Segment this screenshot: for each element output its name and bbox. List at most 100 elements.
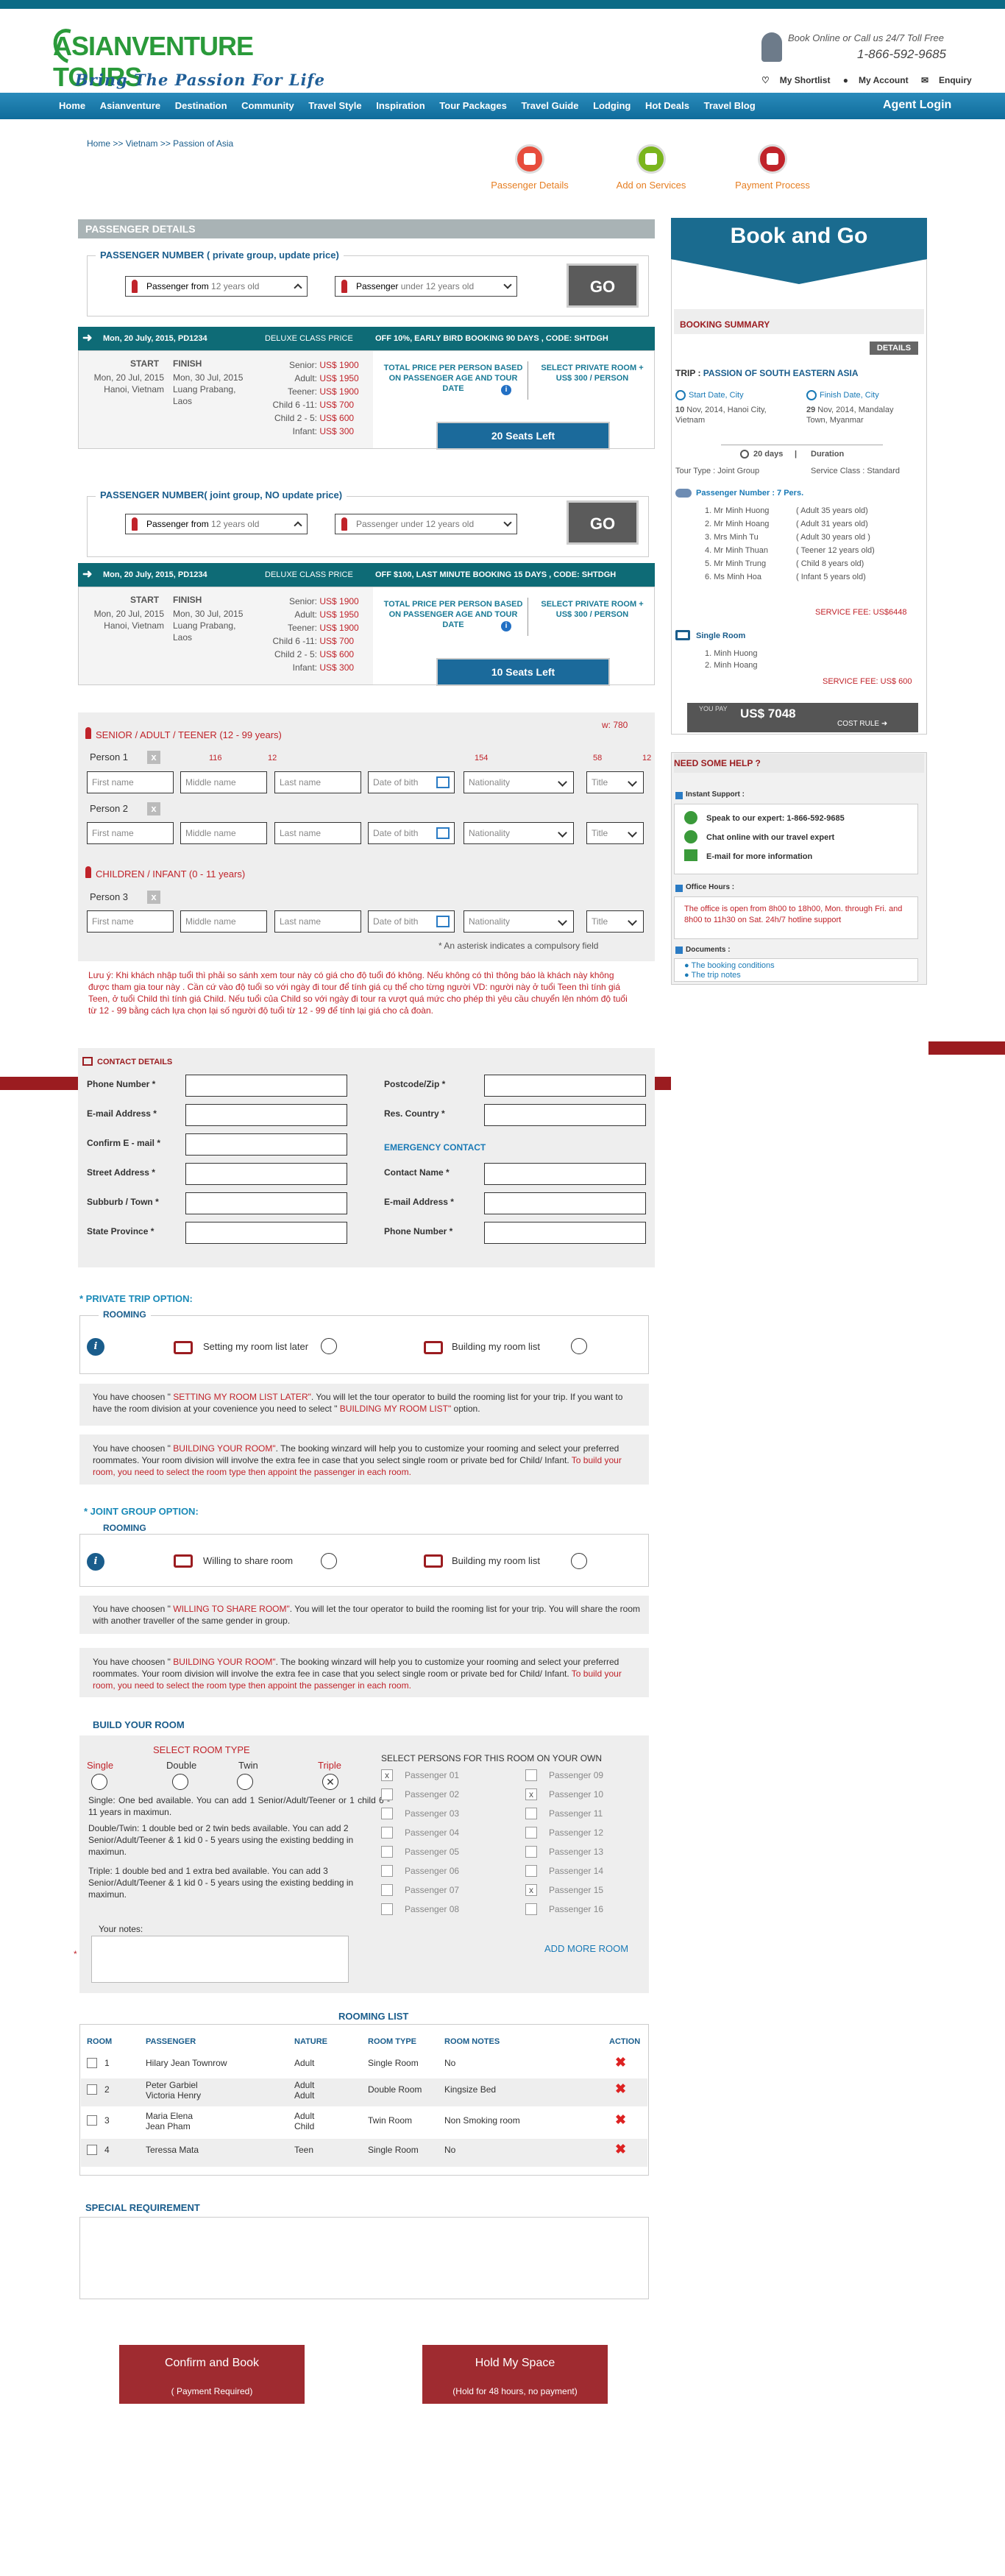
res-country-field[interactable] — [484, 1104, 646, 1126]
go-button-private[interactable]: GO — [567, 263, 639, 308]
nav-asianventure[interactable]: Asianventure — [100, 100, 160, 111]
passenger-checkbox[interactable] — [381, 1846, 393, 1858]
person-2-first-name[interactable]: First name — [87, 822, 174, 844]
emergency-name-field[interactable] — [484, 1163, 646, 1185]
person-2-title[interactable]: Title — [586, 822, 644, 844]
person-1-first-name[interactable]: First name — [87, 771, 174, 793]
confirm-book-button[interactable]: Confirm and Book ( Payment Required) — [119, 2345, 305, 2404]
passenger-from-select[interactable]: Passenger from 12 years old — [125, 276, 308, 297]
site-logo[interactable]: ASIANVENTURE TOURS Bring The Passion For… — [47, 23, 333, 92]
passenger-checkbox[interactable]: x — [381, 1769, 393, 1781]
enquiry-link[interactable]: Enquiry — [939, 75, 972, 85]
state-province-field[interactable] — [185, 1222, 347, 1244]
radio-double[interactable] — [172, 1774, 188, 1790]
passenger-checkbox[interactable] — [525, 1769, 537, 1781]
passenger-checkbox[interactable] — [525, 1808, 537, 1819]
go-button-joint[interactable]: GO — [567, 500, 639, 545]
radio-building-room-list-joint[interactable] — [571, 1553, 587, 1569]
calendar-icon[interactable] — [436, 916, 450, 927]
info-icon[interactable]: i — [87, 1338, 104, 1356]
cost-rule-link[interactable]: COST RULE ➜ — [837, 720, 887, 728]
emergency-phone-field[interactable] — [484, 1222, 646, 1244]
room-checkbox[interactable] — [87, 2058, 97, 2068]
confirm-email-field[interactable] — [185, 1133, 347, 1156]
person-3-middle-name[interactable]: Middle name — [180, 910, 267, 933]
passenger-checkbox[interactable] — [381, 1827, 393, 1839]
radio-single[interactable] — [91, 1774, 107, 1790]
passenger-under-select[interactable]: Passenger under 12 years old — [335, 276, 517, 297]
radio-twin[interactable] — [237, 1774, 253, 1790]
person-1-last-name[interactable]: Last name — [274, 771, 361, 793]
passenger-checkbox[interactable] — [381, 1808, 393, 1819]
shortlist-link[interactable]: My Shortlist — [780, 75, 831, 85]
person-1-dob[interactable]: Date of bith — [368, 771, 455, 793]
person-2-middle-name[interactable]: Middle name — [180, 822, 267, 844]
special-requirement-textarea[interactable] — [79, 2217, 649, 2299]
passenger-checkbox[interactable] — [525, 1846, 537, 1858]
person-1-middle-name[interactable]: Middle name — [180, 771, 267, 793]
person-3-title[interactable]: Title — [586, 910, 644, 933]
passenger-checkbox[interactable] — [381, 1865, 393, 1877]
person-1-title[interactable]: Title — [586, 771, 644, 793]
remove-person-3-icon[interactable]: x — [147, 891, 160, 904]
passenger-checkbox[interactable] — [381, 1788, 393, 1800]
add-more-room-link[interactable]: ADD MORE ROOM — [544, 1943, 628, 1954]
suburb-field[interactable] — [185, 1192, 347, 1214]
delete-room-icon[interactable]: ✖ — [615, 2055, 626, 2070]
person-2-nationality[interactable]: Nationality — [464, 822, 574, 844]
radio-triple[interactable]: ✕ — [322, 1774, 338, 1790]
room-checkbox[interactable] — [87, 2084, 97, 2095]
nav-travel-style[interactable]: Travel Style — [308, 100, 361, 111]
street-address-field[interactable] — [185, 1163, 347, 1185]
my-account-link[interactable]: My Account — [859, 75, 909, 85]
details-button[interactable]: DETAILS — [870, 342, 918, 355]
step-passenger-details[interactable]: Passenger Details — [486, 144, 574, 191]
booking-conditions-link[interactable]: ● The booking conditions — [684, 961, 775, 971]
agent-login-link[interactable]: Agent Login — [883, 99, 951, 112]
phone-number-field[interactable] — [185, 1075, 347, 1097]
step-add-on-services[interactable]: Add on Services — [607, 144, 695, 191]
seats-left-button-2[interactable]: 10 Seats Left — [436, 658, 610, 686]
calendar-icon[interactable] — [436, 776, 450, 788]
info-icon[interactable]: i — [87, 1553, 104, 1571]
trip-notes-link[interactable]: ● The trip notes — [684, 971, 775, 980]
nav-travel-guide[interactable]: Travel Guide — [521, 100, 578, 111]
nav-destination[interactable]: Destination — [175, 100, 227, 111]
person-3-first-name[interactable]: First name — [87, 910, 174, 933]
remove-person-1-icon[interactable]: x — [147, 751, 160, 764]
passenger-checkbox[interactable] — [381, 1903, 393, 1915]
phone-number[interactable]: 1-866-592-9685 — [857, 47, 946, 62]
radio-building-room-list[interactable] — [571, 1338, 587, 1354]
nav-travel-blog[interactable]: Travel Blog — [704, 100, 756, 111]
delete-room-icon[interactable]: ✖ — [615, 2112, 626, 2128]
info-icon[interactable]: i — [501, 385, 511, 395]
person-2-dob[interactable]: Date of bith — [368, 822, 455, 844]
remove-person-2-icon[interactable]: x — [147, 802, 160, 815]
room-checkbox[interactable] — [87, 2145, 97, 2155]
passenger-checkbox[interactable]: x — [525, 1884, 537, 1896]
person-1-nationality[interactable]: Nationality — [464, 771, 574, 793]
nav-inspiration[interactable]: Inspiration — [376, 100, 425, 111]
seats-left-button-1[interactable]: 20 Seats Left — [436, 422, 610, 450]
person-3-nationality[interactable]: Nationality — [464, 910, 574, 933]
emergency-email-field[interactable] — [484, 1192, 646, 1214]
passenger-from-select-joint[interactable]: Passenger from 12 years old — [125, 514, 308, 534]
person-3-dob[interactable]: Date of bith — [368, 910, 455, 933]
radio-setting-room-later[interactable] — [321, 1338, 337, 1354]
delete-room-icon[interactable]: ✖ — [615, 2142, 626, 2157]
nav-community[interactable]: Community — [241, 100, 294, 111]
person-2-last-name[interactable]: Last name — [274, 822, 361, 844]
passenger-checkbox[interactable] — [525, 1827, 537, 1839]
room-checkbox[interactable] — [87, 2115, 97, 2126]
nav-hot-deals[interactable]: Hot Deals — [645, 100, 689, 111]
notes-textarea[interactable] — [91, 1936, 349, 1983]
postcode-field[interactable] — [484, 1075, 646, 1097]
delete-room-icon[interactable]: ✖ — [615, 2081, 626, 2097]
info-icon[interactable]: i — [501, 621, 511, 631]
email-info-link[interactable]: E-mail for more information — [706, 852, 812, 861]
passenger-checkbox[interactable]: x — [525, 1788, 537, 1800]
nav-home[interactable]: Home — [59, 100, 85, 111]
chat-online-link[interactable]: Chat online with our travel expert — [706, 833, 834, 842]
nav-tour-packages[interactable]: Tour Packages — [439, 100, 507, 111]
passenger-checkbox[interactable] — [525, 1903, 537, 1915]
